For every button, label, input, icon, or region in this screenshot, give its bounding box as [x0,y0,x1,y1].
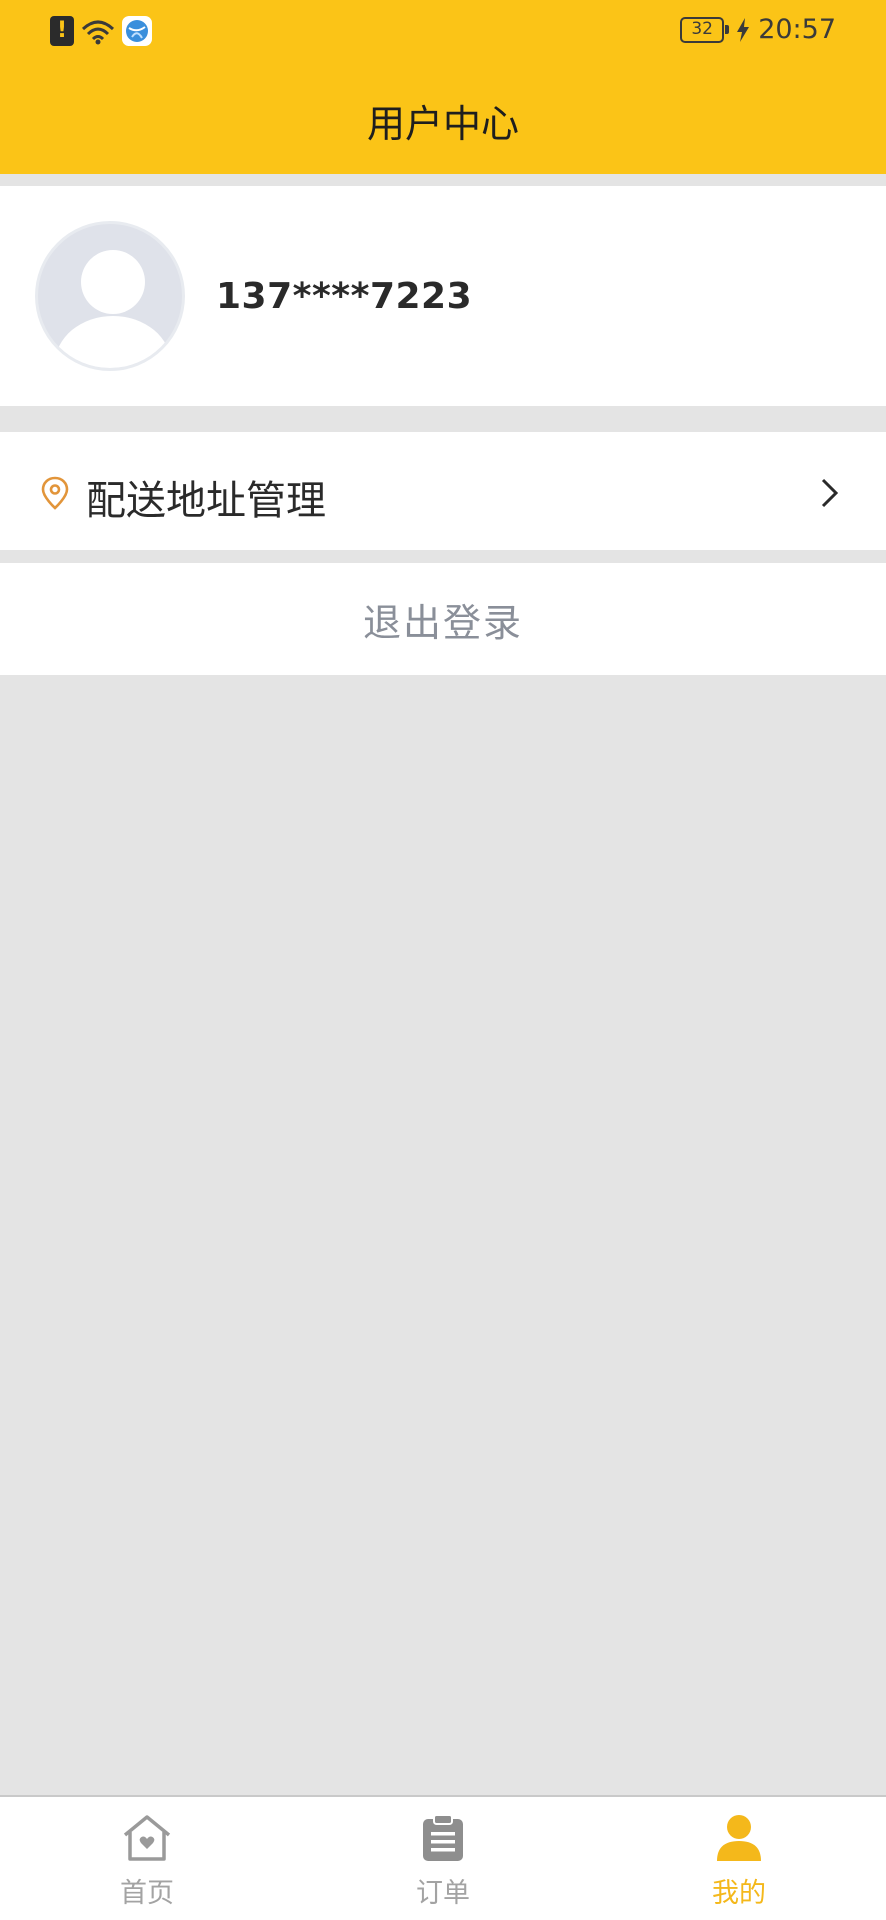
tab-orders[interactable]: 订单 [373,1813,513,1918]
battery-icon: 32 [680,16,730,43]
tab-mine[interactable]: 我的 [669,1813,809,1918]
tab-label: 订单 [416,1878,470,1909]
location-pin-icon [41,476,69,510]
page-title: 用户中心 [366,101,519,146]
header: 用户中心 [0,66,886,174]
browser-app-icon [122,16,152,46]
tab-home[interactable]: 首页 [77,1813,217,1918]
user-phone: 137****7223 [216,276,473,317]
profile-card[interactable]: 137****7223 [0,186,886,406]
status-bar: ! 32 20:57 [0,0,886,66]
logout-label: 退出登录 [362,600,523,645]
alert-icon: ! [50,16,74,46]
chevron-right-icon [821,478,839,508]
default-avatar-icon [55,250,171,368]
tab-label: 首页 [120,1878,174,1909]
profile-icon [717,1815,761,1861]
battery-level: 32 [691,18,713,39]
tab-label: 我的 [712,1878,766,1909]
wifi-icon [81,20,115,45]
home-icon [123,1815,171,1861]
status-icons-right: 32 20:57 [680,14,836,45]
avatar[interactable] [35,221,185,371]
charging-icon [737,17,750,42]
orders-icon [423,1814,463,1861]
logout-button[interactable]: 退出登录 [0,563,886,675]
bottom-tab-bar: 首页 订单 我的 [0,1795,886,1920]
address-management-item[interactable]: 配送地址管理 [0,432,886,550]
address-management-label: 配送地址管理 [86,478,326,524]
status-icons-left: ! [50,16,152,46]
status-time: 20:57 [758,14,836,45]
